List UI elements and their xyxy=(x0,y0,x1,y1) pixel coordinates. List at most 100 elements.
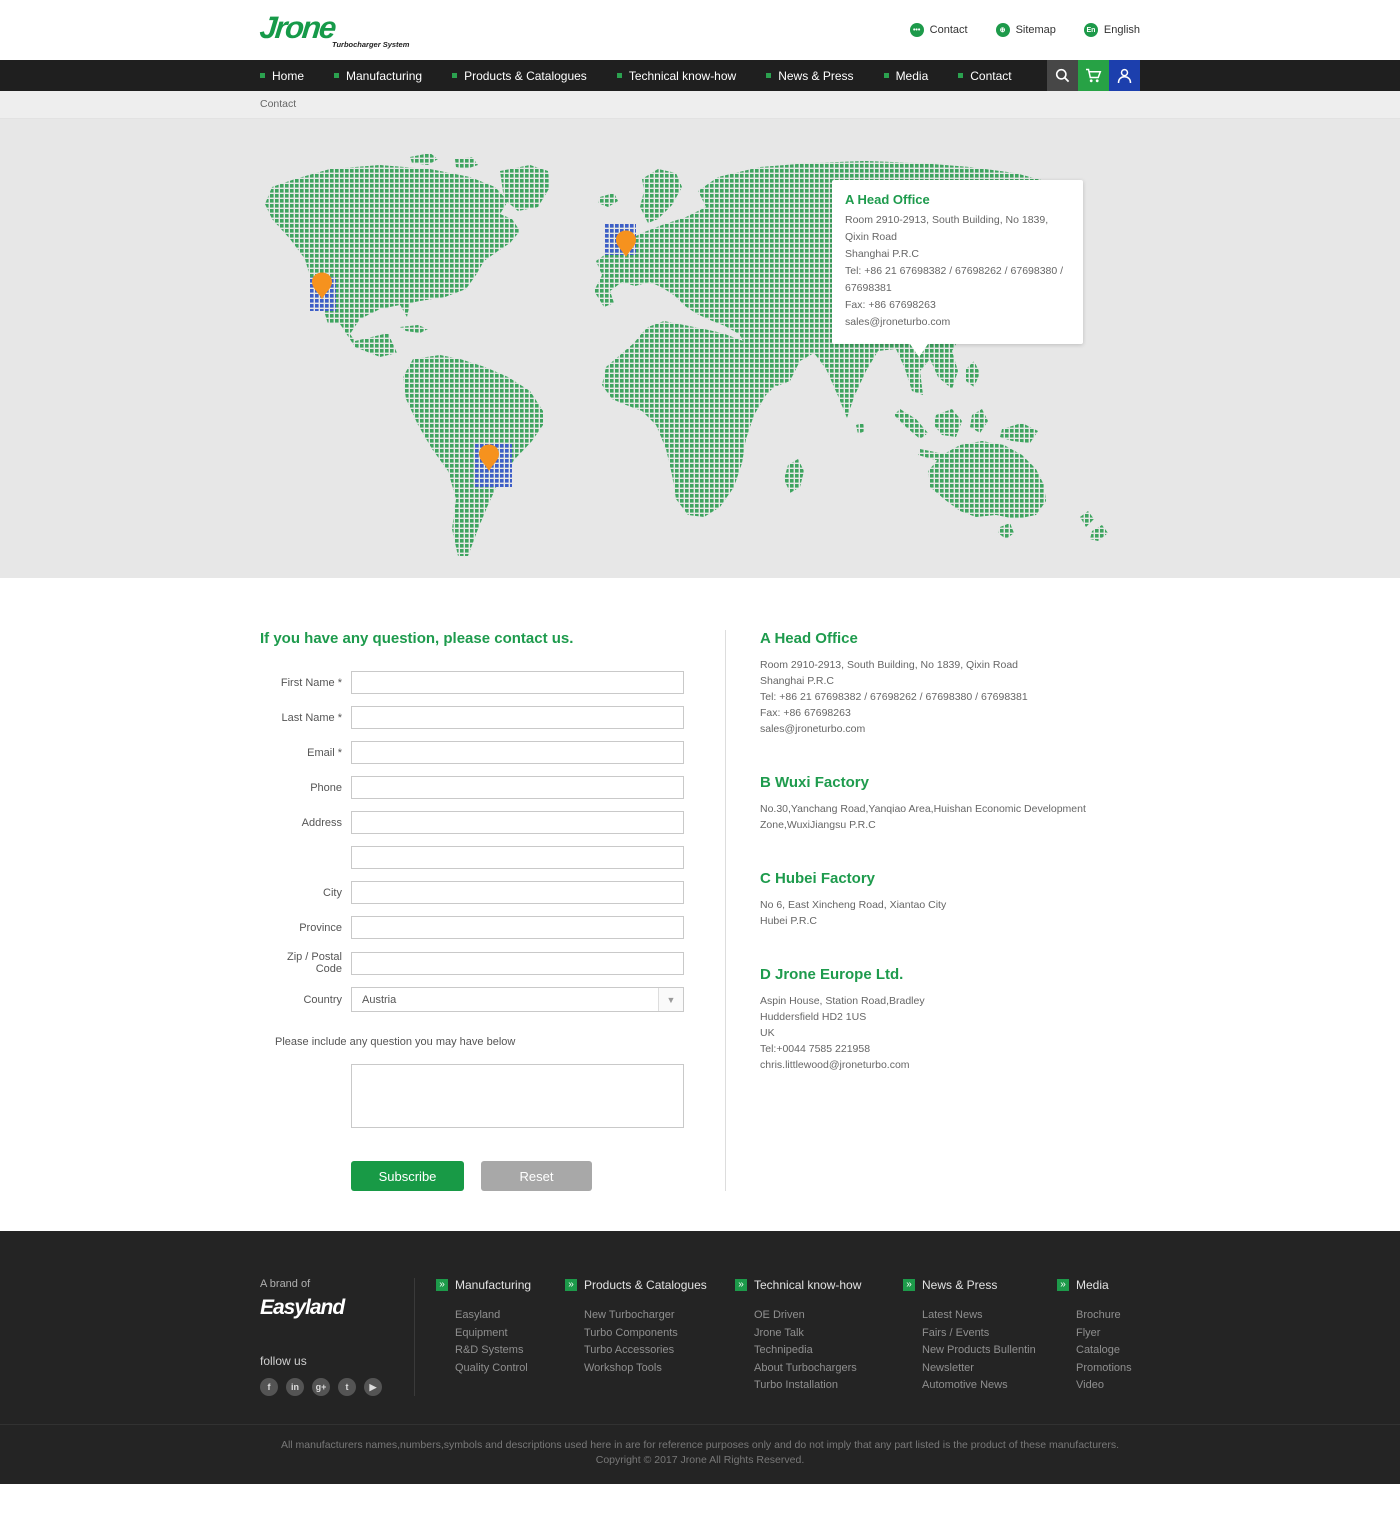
topbar-sitemap-link[interactable]: ⊕ Sitemap xyxy=(996,23,1056,37)
footer-column: » Manufacturing Easyland Equipment R&D S… xyxy=(436,1278,565,1396)
footer-brand-block: A brand of Easyland follow us f in g+ t … xyxy=(260,1278,415,1396)
footer-column-header[interactable]: » Technical know-how xyxy=(735,1278,903,1292)
nav-bullet-icon xyxy=(452,73,457,78)
country-select[interactable]: Austria ▼ xyxy=(351,987,684,1012)
footer-link[interactable]: Turbo Accessories xyxy=(584,1342,735,1360)
googleplus-icon[interactable]: g+ xyxy=(312,1378,330,1396)
nav-item-label: Home xyxy=(272,69,304,83)
logo-text: Jrone xyxy=(258,12,336,43)
cart-button[interactable] xyxy=(1078,60,1109,91)
office-line: Aspin House, Station Road,Bradley xyxy=(760,993,1140,1009)
nav-item-label: Manufacturing xyxy=(346,69,422,83)
footer-link[interactable]: New Turbocharger xyxy=(584,1307,735,1325)
footer-link[interactable]: Workshop Tools xyxy=(584,1360,735,1378)
email-field[interactable] xyxy=(351,741,684,764)
footer-link[interactable]: OE Driven xyxy=(754,1307,903,1325)
nav-item[interactable]: Home xyxy=(260,69,304,83)
footer-column-header[interactable]: » Media xyxy=(1057,1278,1140,1292)
reset-button[interactable]: Reset xyxy=(481,1161,592,1191)
nav-item[interactable]: Manufacturing xyxy=(334,69,422,83)
nav-bullet-icon xyxy=(884,73,889,78)
footer-link[interactable]: Newsletter xyxy=(922,1360,1057,1378)
footer-column-title: Manufacturing xyxy=(455,1278,531,1292)
office-line: Tel: +86 21 67698382 / 67698262 / 676983… xyxy=(760,689,1140,705)
footer-link[interactable]: Latest News xyxy=(922,1307,1057,1325)
linkedin-icon[interactable]: in xyxy=(286,1378,304,1396)
office-line: Fax: +86 67698263 xyxy=(760,705,1140,721)
last-name-label: Last Name * xyxy=(260,712,342,724)
footer-link[interactable]: Turbo Installation xyxy=(754,1377,903,1395)
form-title: If you have any question, please contact… xyxy=(260,630,725,647)
search-button[interactable] xyxy=(1047,60,1078,91)
disclaimer-text: All manufacturers names,numbers,symbols … xyxy=(0,1438,1400,1453)
zip-label: Zip / Postal Code xyxy=(260,951,342,975)
zip-input[interactable] xyxy=(351,952,684,975)
province-input[interactable] xyxy=(351,916,684,939)
footer-link[interactable]: About Turbochargers xyxy=(754,1360,903,1378)
social-links: f in g+ t ▶ xyxy=(260,1378,414,1396)
footer-column-header[interactable]: » Manufacturing xyxy=(436,1278,565,1292)
nav-item-label: News & Press xyxy=(778,69,853,83)
footer-link[interactable]: Quality Control xyxy=(455,1360,565,1378)
footer-column-header[interactable]: » Products & Catalogues xyxy=(565,1278,735,1292)
footer-link[interactable]: Promotions xyxy=(1076,1360,1140,1378)
topbar-language-link[interactable]: En English xyxy=(1084,23,1140,37)
nav-item[interactable]: News & Press xyxy=(766,69,853,83)
nav-bullet-icon xyxy=(334,73,339,78)
subscribe-button[interactable]: Subscribe xyxy=(351,1161,464,1191)
office-line: Tel:+0044 7585 221958 xyxy=(760,1041,1140,1057)
youtube-icon[interactable]: ▶ xyxy=(364,1378,382,1396)
footer-columns: » Manufacturing Easyland Equipment R&D S… xyxy=(415,1278,1140,1396)
footer-link[interactable]: Technipedia xyxy=(754,1342,903,1360)
footer-link[interactable]: Automotive News xyxy=(922,1377,1057,1395)
city-input[interactable] xyxy=(351,881,684,904)
account-button[interactable] xyxy=(1109,60,1140,91)
address-input[interactable] xyxy=(351,811,684,834)
breadcrumb[interactable]: Contact xyxy=(260,98,296,110)
footer-column-title: News & Press xyxy=(922,1278,997,1292)
follow-us-label: follow us xyxy=(260,1354,414,1368)
nav-item-label: Contact xyxy=(970,69,1011,83)
footer-link[interactable]: Video xyxy=(1076,1377,1140,1395)
arrow-right-icon: » xyxy=(1057,1279,1069,1291)
jrone-logo[interactable]: Jrone Turbocharger System xyxy=(260,12,409,49)
nav-bullet-icon xyxy=(766,73,771,78)
arrow-right-icon: » xyxy=(735,1279,747,1291)
footer-column-title: Media xyxy=(1076,1278,1109,1292)
footer-column-header[interactable]: » News & Press xyxy=(903,1278,1057,1292)
phone-input[interactable] xyxy=(351,776,684,799)
country-select-value: Austria xyxy=(352,994,658,1006)
footer-link[interactable]: Cataloge xyxy=(1076,1342,1140,1360)
first-name-input[interactable] xyxy=(351,671,684,694)
nav-item[interactable]: Media xyxy=(884,69,929,83)
footer-link[interactable]: R&D Systems xyxy=(455,1342,565,1360)
tooltip-title: A Head Office xyxy=(845,192,1070,207)
twitter-icon[interactable]: t xyxy=(338,1378,356,1396)
footer-link[interactable]: New Products Bullentin xyxy=(922,1342,1057,1360)
last-name-input[interactable] xyxy=(351,706,684,729)
footer-link[interactable]: Easyland xyxy=(455,1307,565,1325)
footer-link[interactable]: Equipment xyxy=(455,1325,565,1343)
footer-link[interactable]: Jrone Talk xyxy=(754,1325,903,1343)
arrow-right-icon: » xyxy=(436,1279,448,1291)
easyland-logo[interactable]: Easyland xyxy=(260,1296,414,1320)
topbar-sitemap-label: Sitemap xyxy=(1016,24,1056,36)
office-title: A Head Office xyxy=(760,630,1140,647)
topbar-contact-label: Contact xyxy=(930,24,968,36)
footer-link[interactable]: Flyer xyxy=(1076,1325,1140,1343)
office-line: Room 2910-2913, South Building, No 1839,… xyxy=(760,657,1140,673)
nav-item[interactable]: Technical know-how xyxy=(617,69,736,83)
nav-item[interactable]: Contact xyxy=(958,69,1011,83)
footer-link[interactable]: Fairs / Events xyxy=(922,1325,1057,1343)
nav-item[interactable]: Products & Catalogues xyxy=(452,69,587,83)
tooltip-line: Tel: +86 21 67698382 / 67698262 / 676983… xyxy=(845,263,1070,297)
topbar-contact-link[interactable]: ••• Contact xyxy=(910,23,968,37)
office-line: Shanghai P.R.C xyxy=(760,673,1140,689)
footer-link[interactable]: Brochure xyxy=(1076,1307,1140,1325)
tooltip-pointer xyxy=(910,344,928,357)
address-input-2[interactable] xyxy=(351,846,684,869)
facebook-icon[interactable]: f xyxy=(260,1378,278,1396)
question-textarea[interactable] xyxy=(351,1064,684,1128)
footer-link[interactable]: Turbo Components xyxy=(584,1325,735,1343)
province-label: Province xyxy=(260,922,342,934)
